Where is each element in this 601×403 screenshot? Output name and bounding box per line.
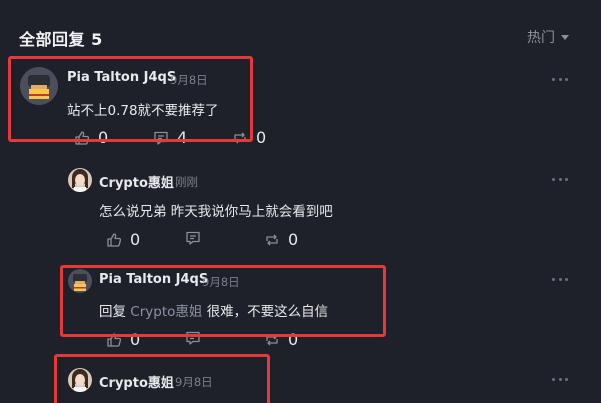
comment-author[interactable]: Crypto惠姐 xyxy=(99,172,174,191)
comment-icon xyxy=(186,231,200,245)
comment-time: 9月8日 xyxy=(170,73,208,87)
thumbs-up-icon xyxy=(107,232,122,247)
repost-button[interactable]: 0 xyxy=(232,128,266,147)
sort-dropdown[interactable]: 热门 xyxy=(527,27,569,47)
replies-count-title: 全部回复 5 xyxy=(19,30,103,49)
comment-button[interactable] xyxy=(185,330,201,346)
more-options-icon[interactable] xyxy=(552,176,568,182)
repost-count: 0 xyxy=(256,128,267,147)
comment-button[interactable]: 4 xyxy=(153,128,187,147)
avatar[interactable] xyxy=(68,269,92,293)
repost-icon xyxy=(234,132,246,143)
comment-icon xyxy=(154,131,168,145)
sort-label: 热门 xyxy=(527,30,555,46)
like-button[interactable]: 0 xyxy=(106,330,140,349)
thumbs-up-icon xyxy=(75,130,90,145)
repost-button[interactable]: 0 xyxy=(264,230,298,249)
like-button[interactable]: 0 xyxy=(106,230,140,249)
comment-time: 9月8日 xyxy=(175,375,213,389)
comment-author[interactable]: Pia Talton J4qS xyxy=(99,272,208,287)
like-count: 0 xyxy=(130,330,141,349)
comment-time: 刚刚 xyxy=(175,175,198,189)
comment-icon xyxy=(186,331,200,345)
comments-panel: { "header": { "title": "全部回复 5", "sort_l… xyxy=(0,0,601,403)
comment-author[interactable]: Crypto惠姐 xyxy=(99,372,174,391)
reply-mention-link[interactable]: Crypto惠姐 xyxy=(130,304,202,320)
comment-text: 回复 Crypto惠姐 很难，不要这么自信 xyxy=(99,300,328,320)
more-options-icon[interactable] xyxy=(552,376,568,382)
repost-count: 0 xyxy=(288,330,299,349)
like-count: 0 xyxy=(98,128,109,147)
comment-text: 怎么说兄弟 昨天我说你马上就会看到吧 xyxy=(99,204,333,220)
reply-prefix: 回复 xyxy=(99,304,126,320)
comment-button[interactable] xyxy=(185,230,201,246)
avatar[interactable] xyxy=(68,368,92,392)
more-options-icon[interactable] xyxy=(552,76,568,82)
comment-time: 9月8日 xyxy=(202,275,240,289)
comment-text: 站不上0.78就不要推荐了 xyxy=(67,103,219,119)
replies-header: 全部回复 5 热门 xyxy=(19,26,569,50)
repost-count: 0 xyxy=(288,230,299,249)
repost-icon xyxy=(266,234,278,245)
repost-icon xyxy=(266,334,278,345)
comment-author[interactable]: Pia Talton J4qS xyxy=(67,70,176,85)
comment-count: 4 xyxy=(177,128,188,147)
repost-button[interactable]: 0 xyxy=(264,330,298,349)
like-button[interactable]: 0 xyxy=(74,128,108,147)
thumbs-up-icon xyxy=(107,332,122,347)
more-options-icon[interactable] xyxy=(552,276,568,282)
avatar[interactable] xyxy=(20,67,58,105)
like-count: 0 xyxy=(130,230,141,249)
avatar[interactable] xyxy=(68,168,92,192)
reply-text: 很难，不要这么自信 xyxy=(206,304,329,320)
caret-down-icon xyxy=(561,34,569,40)
